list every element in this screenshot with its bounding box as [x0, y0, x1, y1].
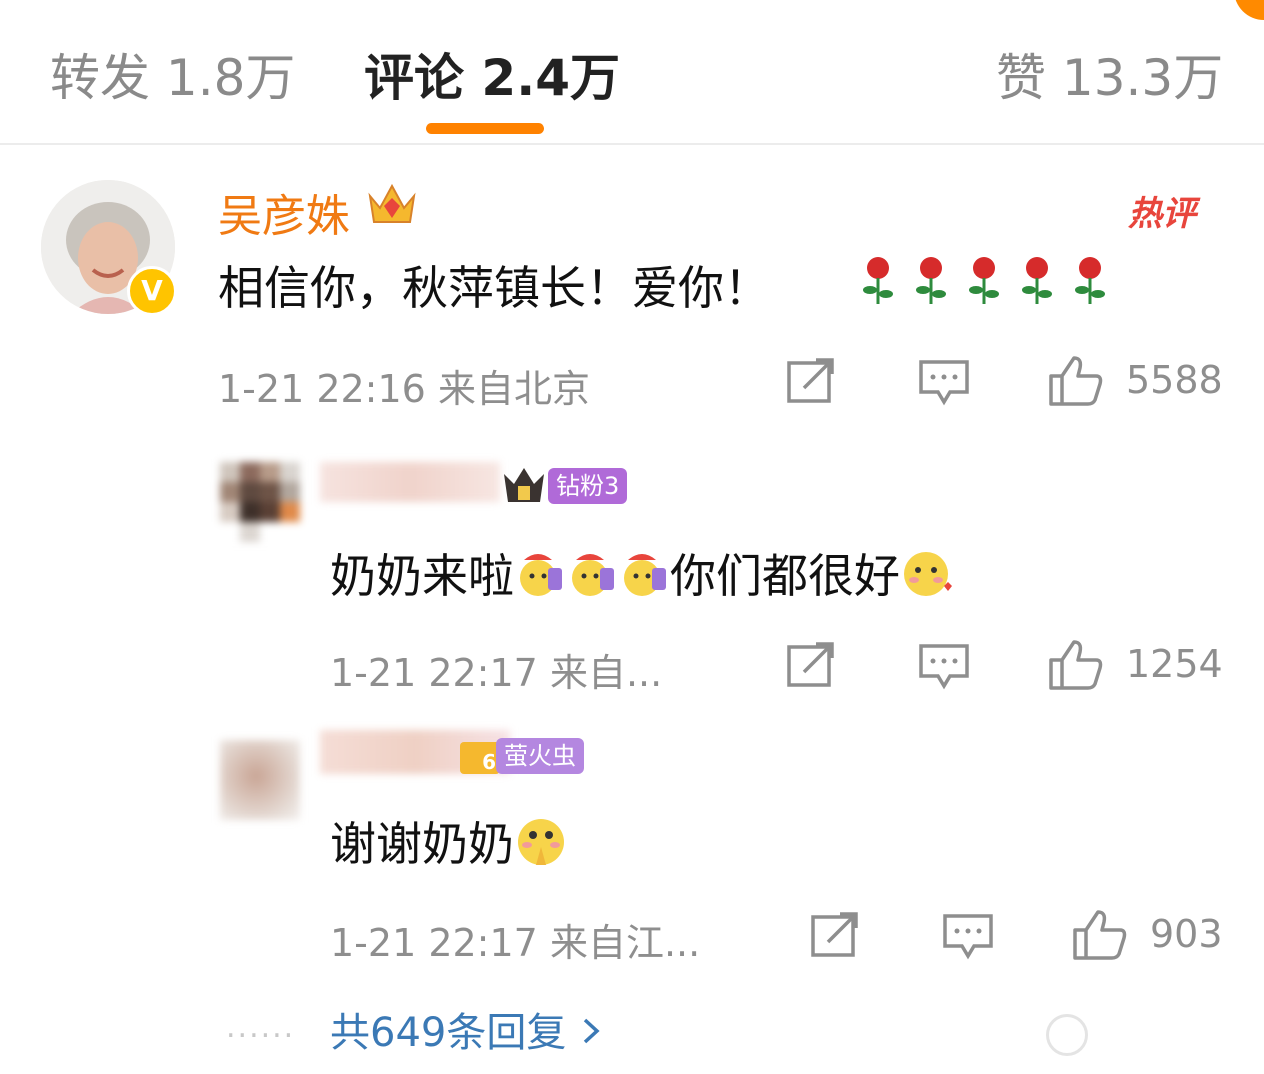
- reply-avatar[interactable]: [220, 462, 300, 542]
- comment-text: 相信你，秋萍镇长！爱你！: [218, 252, 770, 318]
- tab-likes[interactable]: 赞 13.3万: [996, 38, 1223, 110]
- share-icon[interactable]: [786, 358, 836, 408]
- crown-icon: [366, 178, 418, 230]
- reply-text-content: 谢谢奶奶: [330, 817, 514, 871]
- corner-decoration: [1234, 0, 1264, 20]
- like-icon[interactable]: [1072, 908, 1128, 964]
- comment-location: 来自北京: [437, 367, 590, 411]
- reply-location: 来自...: [549, 651, 663, 695]
- comment-icon[interactable]: [918, 642, 970, 694]
- comment-meta: 1-21 22:16 来自北京: [218, 358, 590, 413]
- reply-time: 1-21 22:17: [330, 921, 538, 965]
- rose-emoji-group: [858, 254, 1118, 306]
- reply-text: 谢谢奶奶: [330, 808, 568, 880]
- luck-emoji-icon: [618, 548, 670, 611]
- comment-icon[interactable]: [942, 912, 994, 964]
- luck-emoji-icon: [514, 548, 566, 611]
- reply-meta: 1-21 22:17 来自江...: [330, 912, 700, 967]
- reply-text-part2: 你们都很好: [670, 549, 900, 603]
- rose-icon: [863, 257, 893, 304]
- tab-comments[interactable]: 评论 2.4万: [364, 38, 620, 110]
- like-count: 1254: [1126, 642, 1223, 686]
- share-icon[interactable]: [810, 912, 860, 962]
- tab-bar: 转发 1.8万 评论 2.4万 赞 13.3万: [0, 0, 1264, 145]
- like-icon[interactable]: [1048, 354, 1104, 410]
- reply-location: 来自江...: [549, 921, 701, 965]
- active-tab-indicator: [426, 123, 544, 134]
- reply-avatar[interactable]: [220, 740, 300, 820]
- more-replies-label: 共649条回复: [330, 1010, 567, 1056]
- like-count: 5588: [1126, 358, 1223, 402]
- hot-comment-badge: 热评: [1128, 194, 1196, 234]
- reply-username-redacted[interactable]: [320, 462, 500, 502]
- reply-text-part1: 奶奶来啦: [330, 549, 514, 603]
- reply-time: 1-21 22:17: [330, 651, 538, 695]
- comment-text-content: 相信你，秋萍镇长！爱你！: [218, 261, 770, 315]
- comment-icon[interactable]: [918, 358, 970, 410]
- blush-emoji-icon: [900, 548, 954, 611]
- thread-dots: ......: [226, 1010, 296, 1045]
- tab-reposts[interactable]: 转发 1.8万: [50, 38, 295, 110]
- reply-meta: 1-21 22:17 来自...: [330, 642, 662, 697]
- chevron-right-icon: [579, 1012, 603, 1058]
- firefly-level-icon: 6: [460, 742, 500, 774]
- luck-emoji-icon: [566, 548, 618, 611]
- more-replies-link[interactable]: 共649条回复: [330, 1000, 603, 1058]
- share-icon[interactable]: [786, 642, 836, 692]
- pray-emoji-icon: [514, 815, 568, 880]
- fan-badge: 钻粉3: [548, 468, 628, 504]
- comment-time: 1-21 22:16: [218, 367, 426, 411]
- diamond-fan-icon: [500, 466, 548, 504]
- like-count: 903: [1150, 912, 1223, 956]
- watermark-logo: [1046, 1014, 1088, 1056]
- verified-badge: V: [127, 266, 177, 316]
- like-icon[interactable]: [1048, 638, 1104, 694]
- fan-badge: 萤火虫: [496, 738, 584, 774]
- reply-text: 奶奶来啦 你们都很好: [330, 540, 954, 611]
- comment-username[interactable]: 吴彦姝: [218, 180, 350, 244]
